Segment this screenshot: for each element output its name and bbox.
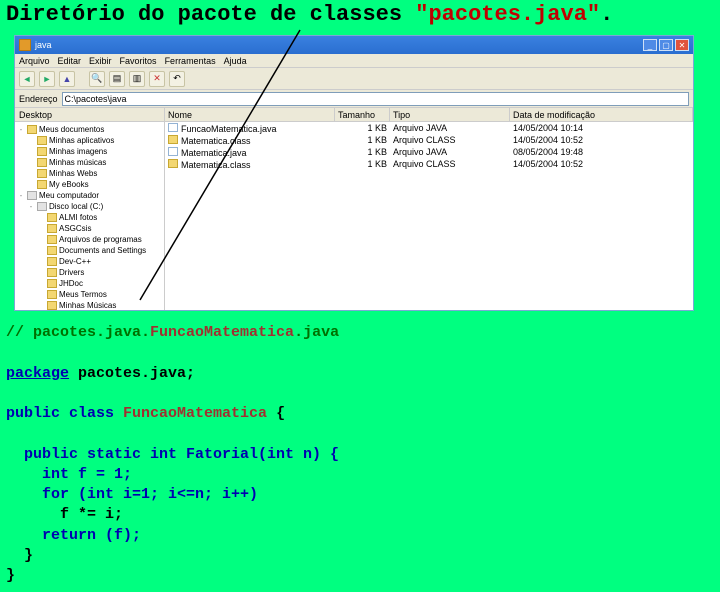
file-row[interactable]: FuncaoMatematica.java1 KBArquivo JAVA14/…: [165, 122, 693, 134]
undo-button[interactable]: ↶: [169, 71, 185, 87]
tree-node[interactable]: ALMI fotos: [17, 212, 162, 223]
tree-node[interactable]: ASGCsis: [17, 223, 162, 234]
back-button[interactable]: ◄: [19, 71, 35, 87]
maximize-button[interactable]: ▢: [659, 39, 673, 51]
column-headers[interactable]: Nome Tamanho Tipo Data de modificação: [165, 108, 693, 122]
file-row[interactable]: Matematica.class1 KBArquivo CLASS14/05/2…: [165, 134, 693, 146]
code-block: // pacotes.java.FuncaoMatematica.java pa…: [0, 317, 720, 592]
views-button[interactable]: ▥: [129, 71, 145, 87]
tree-header: Desktop: [15, 108, 164, 122]
address-bar: Endereço: [15, 90, 693, 108]
tree-node[interactable]: Documents and Settings: [17, 245, 162, 256]
menu-item[interactable]: Ferramentas: [165, 56, 216, 66]
tree-node[interactable]: -Meus documentos: [17, 124, 162, 135]
tree-node[interactable]: My eBooks: [17, 179, 162, 190]
search-button[interactable]: 🔍: [89, 71, 105, 87]
tree-node[interactable]: JHDoc: [17, 278, 162, 289]
address-label: Endereço: [19, 94, 58, 104]
tree-node[interactable]: Drivers: [17, 267, 162, 278]
menu-item[interactable]: Editar: [58, 56, 82, 66]
tree-node[interactable]: -Disco local (C:): [17, 201, 162, 212]
tree-node[interactable]: Minhas Músicas: [17, 300, 162, 310]
tree-node[interactable]: Minhas imagens: [17, 146, 162, 157]
menu-item[interactable]: Exibir: [89, 56, 112, 66]
forward-button[interactable]: ►: [39, 71, 55, 87]
slide-title: Diretório do pacote de classes "pacotes.…: [0, 0, 720, 29]
toolbar: ◄ ► ▲ 🔍 ▤ ▥ ✕ ↶: [15, 68, 693, 90]
tree-node[interactable]: -Meu computador: [17, 190, 162, 201]
file-row[interactable]: Matematica.class1 KBArquivo CLASS14/05/2…: [165, 158, 693, 170]
tree-pane: Desktop -Meus documentos Minhas aplicati…: [15, 108, 165, 310]
window-titlebar[interactable]: java _ ▢ ✕: [15, 36, 693, 54]
list-pane: Nome Tamanho Tipo Data de modificação Fu…: [165, 108, 693, 310]
file-row[interactable]: Matematica.java1 KBArquivo JAVA08/05/200…: [165, 146, 693, 158]
window-title: java: [35, 40, 52, 50]
explorer-window: java _ ▢ ✕ Arquivo Editar Exibir Favorit…: [14, 35, 694, 311]
tree-node[interactable]: Arquivos de programas: [17, 234, 162, 245]
minimize-button[interactable]: _: [643, 39, 657, 51]
delete-button[interactable]: ✕: [149, 71, 165, 87]
up-button[interactable]: ▲: [59, 71, 75, 87]
tree-node[interactable]: Dev-C++: [17, 256, 162, 267]
menu-bar: Arquivo Editar Exibir Favoritos Ferramen…: [15, 54, 693, 68]
folders-button[interactable]: ▤: [109, 71, 125, 87]
menu-item[interactable]: Favoritos: [120, 56, 157, 66]
menu-item[interactable]: Arquivo: [19, 56, 50, 66]
folder-icon: [19, 39, 31, 51]
tree-node[interactable]: Minhas músicas: [17, 157, 162, 168]
menu-item[interactable]: Ajuda: [224, 56, 247, 66]
tree-node[interactable]: Minhas aplicativos: [17, 135, 162, 146]
tree-node[interactable]: Minhas Webs: [17, 168, 162, 179]
close-button[interactable]: ✕: [675, 39, 689, 51]
address-input[interactable]: [62, 92, 689, 106]
tree-node[interactable]: Meus Termos: [17, 289, 162, 300]
